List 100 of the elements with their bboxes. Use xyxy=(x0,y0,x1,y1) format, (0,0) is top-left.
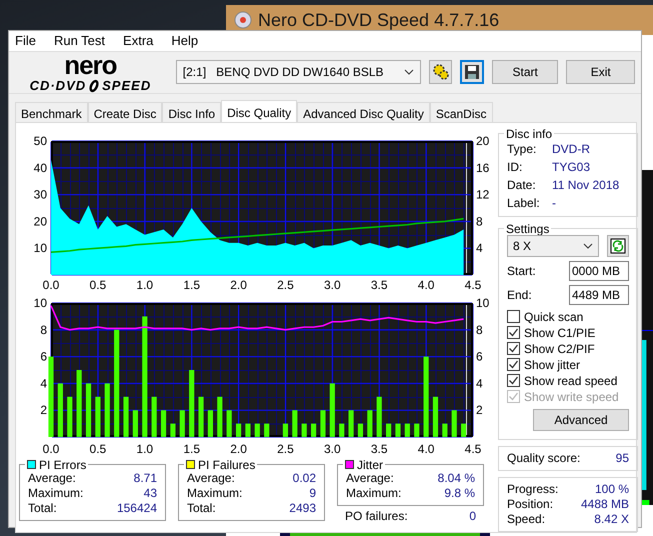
drive-select[interactable]: [2:1] BENQ DVD DD DW1640 BSLB xyxy=(176,60,421,84)
menu-item[interactable]: Extra xyxy=(123,31,154,50)
axis-label: 10 xyxy=(34,240,47,255)
field-label: Total: xyxy=(187,500,216,516)
axis-label: 4.0 xyxy=(418,442,434,456)
bar xyxy=(348,410,354,436)
field-value: 8.04 % xyxy=(438,470,475,486)
bar xyxy=(302,423,307,436)
group-title: Settings xyxy=(506,222,550,234)
menu-item[interactable]: File xyxy=(15,31,36,50)
axis-label: 0.0 xyxy=(42,442,60,456)
bar xyxy=(236,423,242,436)
axis-label: 30 xyxy=(34,187,47,202)
axis-label: 6 xyxy=(476,349,483,364)
bar xyxy=(67,396,72,436)
menu-item[interactable]: Help xyxy=(171,31,198,50)
bar xyxy=(339,423,344,436)
input-field[interactable]: 0000 MB xyxy=(569,260,629,280)
gear-icon xyxy=(432,63,450,81)
gear-button[interactable] xyxy=(428,60,452,84)
checkbox-label: Quick scan xyxy=(524,308,584,324)
axis-label: 8 xyxy=(40,322,47,336)
field-label: Maximum: xyxy=(187,486,242,500)
window-title: Nero CD-DVD Speed 4.7.7.16 xyxy=(258,8,500,32)
axis-label: 3.0 xyxy=(324,442,341,456)
checkbox[interactable] xyxy=(507,326,520,339)
field-label: Position: xyxy=(507,496,554,512)
field-value: 8.71 xyxy=(134,470,157,486)
axis-label: 2.5 xyxy=(277,278,294,292)
axis-label: 3.5 xyxy=(370,442,388,456)
checkbox-label: Show C2/PIF xyxy=(524,340,595,356)
exit-button[interactable]: Exit xyxy=(566,60,635,84)
advanced-button[interactable]: Advanced xyxy=(533,408,629,430)
axis-label: 20 xyxy=(34,214,47,228)
field-label: Average: xyxy=(28,470,76,486)
bar xyxy=(58,382,63,436)
checkbox[interactable] xyxy=(507,342,520,355)
checkbox[interactable] xyxy=(507,374,520,387)
caret-icon xyxy=(404,69,414,75)
field-value: 4488 MB xyxy=(580,496,629,512)
field-label: Type: xyxy=(507,140,538,158)
bar xyxy=(386,423,392,436)
field-value: 11 Nov 2018 xyxy=(552,176,620,194)
bar xyxy=(95,396,100,436)
save-icon xyxy=(464,64,480,80)
bar xyxy=(432,396,438,436)
field-value: 2493 xyxy=(289,500,316,516)
tab[interactable]: ScanDisc xyxy=(430,102,493,122)
bar xyxy=(217,396,222,436)
field-value: 0 xyxy=(469,508,476,524)
caret-icon xyxy=(583,242,593,248)
checkbox-label: Show jitter xyxy=(524,356,580,372)
axis-label: 2.0 xyxy=(230,442,247,456)
axis-label: 0.0 xyxy=(42,278,60,292)
axis-label: 4 xyxy=(476,376,483,390)
group-title: Jitter xyxy=(357,458,384,470)
save-button[interactable] xyxy=(460,60,484,84)
field-value: 100 % xyxy=(594,482,629,496)
axis-label: 50 xyxy=(34,134,47,148)
bar xyxy=(292,410,298,436)
checkbox-label: Show write speed xyxy=(524,388,619,404)
bar xyxy=(320,410,326,436)
field-value: DVD-R xyxy=(552,140,590,158)
checkbox[interactable] xyxy=(507,358,520,371)
refresh-button[interactable] xyxy=(607,234,629,256)
axis-label: 2.5 xyxy=(277,442,294,456)
field-value: 156424 xyxy=(116,500,157,516)
bar xyxy=(311,423,316,436)
tab[interactable]: Advanced Disc Quality xyxy=(297,102,430,122)
refresh-icon xyxy=(610,238,626,254)
axis-label: 1.0 xyxy=(136,442,154,456)
field-label: PO failures: xyxy=(345,508,408,524)
field-value: TYG03 xyxy=(552,158,590,176)
field-value: 9.8 % xyxy=(444,486,475,500)
start-button[interactable]: Start xyxy=(492,60,558,84)
tab[interactable]: Disc Quality xyxy=(221,100,298,122)
bar xyxy=(160,410,166,436)
field-label: Maximum: xyxy=(28,486,84,500)
bar xyxy=(104,382,110,436)
bar xyxy=(367,410,372,436)
bar xyxy=(152,396,157,436)
logo: nero CD·DVD SPEED xyxy=(28,52,152,92)
bar xyxy=(189,370,194,436)
group-title: Disc info xyxy=(506,128,552,140)
bar xyxy=(404,423,410,436)
bar xyxy=(395,423,401,436)
bar xyxy=(180,410,185,436)
axis-label: 6 xyxy=(40,349,47,364)
input-field[interactable]: 4489 MB xyxy=(569,284,629,304)
checkbox[interactable] xyxy=(507,310,520,323)
axis-label: 10 xyxy=(34,296,47,310)
disc-icon xyxy=(234,11,252,29)
field-value: - xyxy=(552,194,556,212)
tab[interactable]: Benchmark xyxy=(15,102,88,122)
menu-item[interactable]: Run Test xyxy=(54,31,106,50)
speed-select[interactable]: 8 X xyxy=(507,234,599,256)
tab[interactable]: Disc Info xyxy=(162,102,222,122)
tab[interactable]: Create Disc xyxy=(88,102,162,122)
field-label: Progress: xyxy=(507,482,558,496)
axis-label: 8 xyxy=(476,214,483,228)
